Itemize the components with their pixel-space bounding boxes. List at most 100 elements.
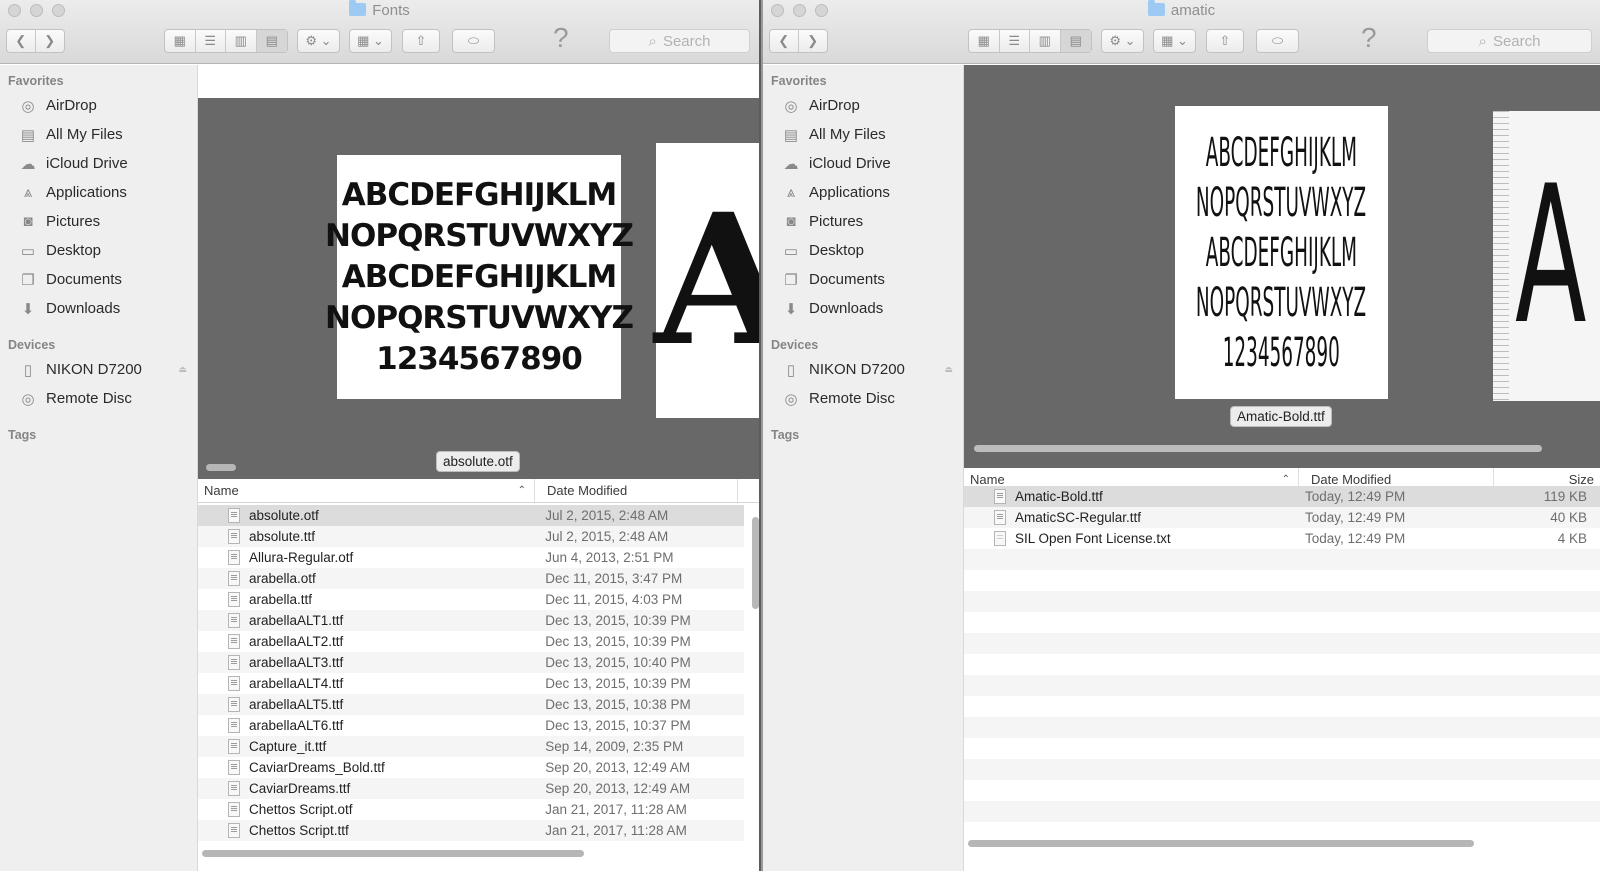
file-row[interactable]: arabellaALT3.ttf Dec 13, 2015, 10:40 PM <box>198 652 744 673</box>
file-date: Jun 4, 2013, 2:51 PM <box>545 550 674 565</box>
finder-window-amatic: amatic ❮ ❯ ▦ ☰ ▥ ▤ ⚙ ⌄ ▦ ⌄ ⇧ ⬭ ? ⌕ Search… <box>763 0 1600 871</box>
sidebar-item-remote-disc[interactable]: ◎ Remote Disc <box>763 384 963 413</box>
sidebar-item-nikon-d7200[interactable]: ▯ NIKON D7200 ⏏ <box>763 355 963 384</box>
window-title: Fonts <box>0 0 759 19</box>
file-row[interactable]: SIL Open Font License.txt Today, 12:49 PM… <box>964 528 1600 549</box>
list-view-button[interactable]: ☰ <box>1000 30 1030 52</box>
file-row[interactable]: Chettos Script.otf Jan 21, 2017, 11:28 AM <box>198 799 744 820</box>
cover-flow[interactable]: ABCDEFGHIJKLM NOPQRSTUVWXYZ ABCDEFGHIJKL… <box>964 65 1600 468</box>
action-menu-button[interactable]: ⚙ ⌄ <box>297 29 340 53</box>
file-row[interactable]: Allura-Regular.otf Jun 4, 2013, 2:51 PM <box>198 547 744 568</box>
column-view-button[interactable]: ▥ <box>1030 30 1061 52</box>
icon-view-button[interactable]: ▦ <box>969 30 1000 52</box>
file-row[interactable]: absolute.ttf Jul 2, 2015, 2:48 AM <box>198 526 744 547</box>
sidebar-item-desktop[interactable]: ▭ Desktop <box>763 236 963 265</box>
cover-flow[interactable]: ABCDEFGHIJKLM NOPQRSTUVWXYZ ABCDEFGHIJKL… <box>198 98 759 479</box>
sidebar-item-icloud-drive[interactable]: ☁ iCloud Drive <box>0 149 197 178</box>
coverflow-scrollbar[interactable] <box>206 464 236 471</box>
list-vertical-scrollbar[interactable] <box>752 517 759 609</box>
file-row[interactable]: CaviarDreams.ttf Sep 20, 2013, 12:49 AM <box>198 778 744 799</box>
sidebar-item-icloud-drive[interactable]: ☁ iCloud Drive <box>763 149 963 178</box>
cover-flow-button[interactable]: ▤ <box>256 30 287 52</box>
sidebar-item-downloads[interactable]: ⬇ Downloads <box>0 294 197 323</box>
help-icon[interactable]: ? <box>1361 22 1377 54</box>
sidebar-item-applications[interactable]: ⩓ Applications <box>0 178 197 207</box>
eject-icon[interactable]: ⏏ <box>178 364 187 375</box>
file-date: Dec 13, 2015, 10:40 PM <box>545 655 691 670</box>
file-row[interactable]: arabellaALT2.ttf Dec 13, 2015, 10:39 PM <box>198 631 744 652</box>
font-preview-image[interactable]: ABCDEFGHIJKLM NOPQRSTUVWXYZ ABCDEFGHIJKL… <box>1175 106 1388 399</box>
file-date: Sep 20, 2013, 12:49 AM <box>545 781 691 796</box>
file-size: 40 KB <box>1550 510 1587 525</box>
file-name: CaviarDreams_Bold.ttf <box>249 760 385 775</box>
file-date: Today, 12:49 PM <box>1305 531 1406 546</box>
sidebar-item-all-my-files[interactable]: ▤ All My Files <box>763 120 963 149</box>
sidebar-item-documents[interactable]: ❐ Documents <box>763 265 963 294</box>
file-row[interactable]: arabella.otf Dec 11, 2015, 3:47 PM <box>198 568 744 589</box>
cover-flow-button[interactable]: ▤ <box>1060 30 1091 52</box>
font-preview-image[interactable]: ABCDEFGHIJKLM NOPQRSTUVWXYZ ABCDEFGHIJKL… <box>325 155 634 399</box>
file-row[interactable]: arabellaALT6.ttf Dec 13, 2015, 10:37 PM <box>198 715 744 736</box>
back-button[interactable]: ❮ <box>7 30 36 52</box>
file-row[interactable]: arabellaALT1.ttf Dec 13, 2015, 10:39 PM <box>198 610 744 631</box>
sort-ascending-icon: ⌃ <box>1281 474 1290 485</box>
list-horizontal-scrollbar[interactable] <box>202 850 584 857</box>
arrange-menu-button[interactable]: ▦ ⌄ <box>1153 29 1196 53</box>
tags-button[interactable]: ⬭ <box>452 29 495 53</box>
search-placeholder: Search <box>1492 32 1541 50</box>
file-list: Amatic-Bold.ttf Today, 12:49 PM 119 KB Amat… <box>964 486 1600 838</box>
list-horizontal-scrollbar[interactable] <box>968 840 1474 847</box>
sidebar-item-airdrop[interactable]: ◎ AirDrop <box>0 91 197 120</box>
back-button[interactable]: ❮ <box>770 30 799 52</box>
sidebar-item-downloads[interactable]: ⬇ Downloads <box>763 294 963 323</box>
cover-caption: absolute.otf <box>436 451 520 472</box>
sidebar-item-label: Applications <box>809 184 890 201</box>
file-row[interactable]: arabellaALT4.ttf Dec 13, 2015, 10:39 PM <box>198 673 744 694</box>
eject-icon[interactable]: ⏏ <box>944 364 953 375</box>
coverflow-scrollbar[interactable] <box>974 445 1542 452</box>
grid-icon: ▦ <box>173 33 186 48</box>
action-menu-button[interactable]: ⚙ ⌄ <box>1101 29 1144 53</box>
file-row[interactable]: arabellaALT5.ttf Dec 13, 2015, 10:38 PM <box>198 694 744 715</box>
column-view-button[interactable]: ▥ <box>226 30 257 52</box>
icon-view-button[interactable]: ▦ <box>165 30 196 52</box>
all-files-icon: ▤ <box>20 126 36 144</box>
forward-button[interactable]: ❯ <box>36 30 64 52</box>
sidebar-item-nikon-d7200[interactable]: ▯ NIKON D7200 ⏏ <box>0 355 197 384</box>
arrange-menu-button[interactable]: ▦ ⌄ <box>349 29 392 53</box>
file-row[interactable]: Amatic-Bold.ttf Today, 12:49 PM 119 KB <box>964 486 1600 507</box>
file-row[interactable]: absolute.otf Jul 2, 2015, 2:48 AM <box>198 505 744 526</box>
search-field[interactable]: ⌕ Search <box>609 29 750 53</box>
file-date: Dec 11, 2015, 4:03 PM <box>545 592 683 607</box>
column-header-date[interactable]: Date Modified <box>535 479 738 502</box>
share-button[interactable]: ⇧ <box>1206 29 1244 53</box>
sidebar-item-documents[interactable]: ❐ Documents <box>0 265 197 294</box>
next-file-preview[interactable]: A <box>654 143 759 418</box>
next-file-preview[interactable]: A <box>1493 111 1600 401</box>
file-name: Allura-Regular.otf <box>249 550 354 565</box>
desktop-icon: ▭ <box>20 242 36 260</box>
file-row[interactable]: AmaticSC-Regular.ttf Today, 12:49 PM 40 KB <box>964 507 1600 528</box>
column-header-name[interactable]: Name ⌃ <box>198 479 535 502</box>
grid-icon: ▦ <box>977 33 990 48</box>
file-date: Jul 2, 2015, 2:48 AM <box>545 508 669 523</box>
sidebar-item-all-my-files[interactable]: ▤ All My Files <box>0 120 197 149</box>
tags-button[interactable]: ⬭ <box>1256 29 1299 53</box>
forward-button[interactable]: ❯ <box>799 30 827 52</box>
file-row[interactable]: Capture_it.ttf Sep 14, 2009, 2:35 PM <box>198 736 744 757</box>
file-date: Dec 13, 2015, 10:37 PM <box>545 718 691 733</box>
list-view-button[interactable]: ☰ <box>196 30 226 52</box>
sidebar-item-applications[interactable]: ⩓ Applications <box>763 178 963 207</box>
file-row[interactable]: arabella.ttf Dec 11, 2015, 4:03 PM <box>198 589 744 610</box>
sidebar-item-desktop[interactable]: ▭ Desktop <box>0 236 197 265</box>
search-field[interactable]: ⌕ Search <box>1427 29 1592 53</box>
file-row[interactable]: CaviarDreams_Bold.ttf Sep 20, 2013, 12:49… <box>198 757 744 778</box>
sidebar-item-remote-disc[interactable]: ◎ Remote Disc <box>0 384 197 413</box>
sidebar-item-airdrop[interactable]: ◎ AirDrop <box>763 91 963 120</box>
file-row[interactable]: Chettos Script.ttf Jan 21, 2017, 11:28 AM <box>198 820 744 841</box>
sidebar-item-pictures[interactable]: ◙ Pictures <box>763 207 963 236</box>
help-icon[interactable]: ? <box>553 22 569 54</box>
search-icon: ⌕ <box>648 32 657 50</box>
share-button[interactable]: ⇧ <box>402 29 440 53</box>
sidebar-item-pictures[interactable]: ◙ Pictures <box>0 207 197 236</box>
